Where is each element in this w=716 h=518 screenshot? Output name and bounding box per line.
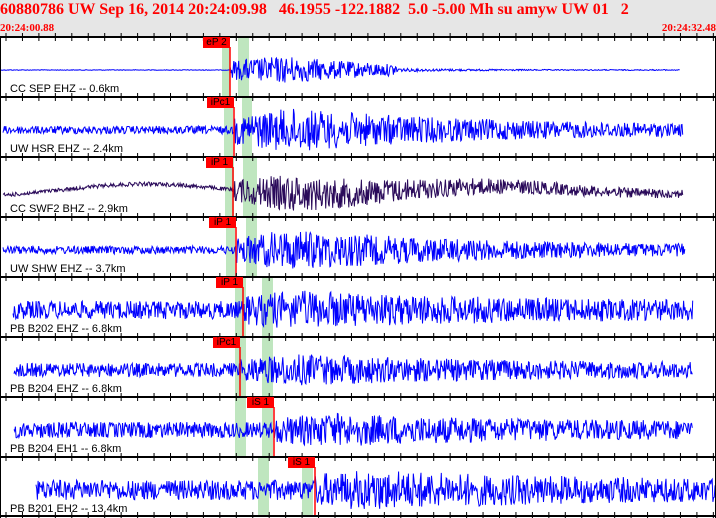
pick-label[interactable]: iPc1: [207, 97, 234, 108]
station-label: UW SHW EHZ -- 3.7km: [10, 263, 126, 275]
station-label: PB B202 EHZ -- 6.8km: [10, 323, 122, 335]
waveform-trace: [35, 471, 716, 509]
waveform-trace: [13, 412, 693, 447]
pick-label[interactable]: iP 1: [206, 157, 233, 168]
pick-label[interactable]: eP 2: [203, 37, 230, 48]
station-label: PB B201 EH2 -- 13.4km: [10, 503, 128, 515]
station-label: CC SEP EHZ -- 0.6km: [10, 83, 120, 95]
station-label: CC SWF2 BHZ -- 2.9km: [10, 203, 128, 215]
seismogram-panel[interactable]: [0, 0, 716, 518]
phase-window: [243, 157, 257, 217]
pick-label[interactable]: iPc1: [213, 337, 240, 348]
pick-label[interactable]: iP 1: [209, 217, 236, 228]
station-label: UW HSR EHZ -- 2.4km: [10, 143, 124, 155]
waveform-trace: [13, 354, 693, 386]
station-label: PB B204 EHZ -- 6.8km: [10, 383, 122, 395]
pick-label[interactable]: iS 1: [288, 457, 315, 468]
waveform-trace: [0, 56, 680, 83]
pick-label[interactable]: iP 1: [216, 277, 243, 288]
pick-label[interactable]: iS 1: [247, 397, 274, 408]
station-label: PB B204 EH1 -- 6.8km: [10, 443, 122, 455]
